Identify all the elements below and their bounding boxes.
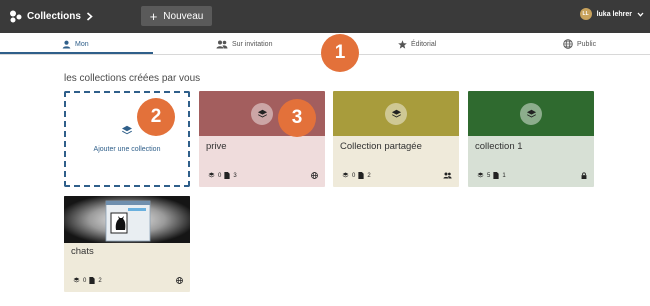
top-bar: Collections + Nouveau LL luka lehrer bbox=[0, 0, 650, 33]
star-icon bbox=[398, 39, 407, 49]
tab-sur-invitation[interactable]: Sur invitation bbox=[216, 33, 272, 55]
collections-menu[interactable]: Collections bbox=[9, 8, 93, 25]
collection-stats: 0 2 bbox=[73, 277, 102, 284]
collection-card-chats[interactable]: chats 0 2 bbox=[64, 196, 190, 292]
item-count: 2 bbox=[367, 172, 371, 179]
layers-badge bbox=[251, 103, 273, 125]
tab-label: Public bbox=[577, 40, 597, 48]
layers-icon bbox=[257, 109, 267, 118]
cat-screenshot-thumbnail bbox=[64, 196, 190, 243]
collection-title: prive bbox=[206, 141, 227, 152]
sub-collection-count: 5 bbox=[487, 172, 491, 179]
layers-badge bbox=[520, 103, 542, 125]
item-count: 1 bbox=[502, 172, 506, 179]
add-collection-label: Ajouter une collection bbox=[93, 146, 161, 153]
card-cover bbox=[468, 91, 594, 136]
chevron-right-icon bbox=[86, 12, 93, 21]
collections-logo-icon bbox=[10, 10, 22, 23]
callout-3: 3 bbox=[278, 99, 316, 137]
active-tab-indicator bbox=[0, 52, 153, 54]
people-icon bbox=[443, 172, 452, 179]
file-icon bbox=[493, 172, 499, 179]
layers-icon bbox=[391, 109, 401, 118]
collection-stats: 0 2 bbox=[342, 172, 371, 179]
layers-badge bbox=[385, 103, 407, 125]
collection-title: chats bbox=[71, 246, 94, 257]
item-count: 3 bbox=[233, 172, 237, 179]
callout-1: 1 bbox=[321, 34, 359, 72]
item-count: 2 bbox=[98, 277, 102, 284]
user-menu[interactable]: LL luka lehrer bbox=[579, 8, 644, 20]
layers-icon bbox=[526, 109, 536, 118]
sub-collection-count: 0 bbox=[352, 172, 356, 179]
tab-public[interactable]: Public bbox=[563, 33, 596, 55]
globe-icon bbox=[563, 39, 573, 49]
layers-icon bbox=[73, 277, 80, 283]
collection-title: Collection partagée bbox=[340, 141, 422, 152]
sub-collection-count: 0 bbox=[218, 172, 222, 179]
layers-icon bbox=[208, 172, 215, 178]
new-button[interactable]: + Nouveau bbox=[141, 6, 212, 26]
layers-icon bbox=[342, 172, 349, 178]
lock-icon bbox=[581, 172, 587, 179]
avatar: LL bbox=[579, 8, 592, 20]
callout-2: 2 bbox=[137, 98, 175, 136]
sub-collection-count: 0 bbox=[83, 277, 87, 284]
collection-title: collection 1 bbox=[475, 141, 523, 152]
collection-card-collection-partagee[interactable]: Collection partagée 0 2 bbox=[333, 91, 459, 187]
user-name: luka lehrer bbox=[596, 10, 632, 18]
layers-icon bbox=[477, 172, 484, 178]
file-icon bbox=[358, 172, 364, 179]
plus-icon: + bbox=[149, 8, 158, 24]
tab-label: Mon bbox=[75, 40, 89, 48]
collection-stats: 0 3 bbox=[208, 172, 237, 179]
chevron-down-icon bbox=[637, 12, 644, 17]
people-icon bbox=[216, 40, 228, 48]
tab-label: Éditorial bbox=[411, 40, 437, 48]
file-icon bbox=[89, 277, 95, 284]
person-icon bbox=[62, 40, 71, 49]
brand-label: Collections bbox=[27, 11, 81, 22]
collection-stats: 5 1 bbox=[477, 172, 506, 179]
tab-label: Sur invitation bbox=[232, 40, 273, 48]
file-icon bbox=[224, 172, 230, 179]
new-button-label: Nouveau bbox=[163, 10, 204, 22]
globe-icon bbox=[176, 277, 183, 284]
section-title: les collections créées par vous bbox=[64, 73, 201, 84]
tab-editorial[interactable]: Éditorial bbox=[398, 33, 436, 55]
globe-icon bbox=[311, 172, 318, 179]
layers-icon bbox=[122, 125, 132, 135]
card-cover bbox=[333, 91, 459, 136]
card-cover-image bbox=[64, 196, 190, 243]
collection-card-collection-1[interactable]: collection 1 5 1 bbox=[468, 91, 594, 187]
